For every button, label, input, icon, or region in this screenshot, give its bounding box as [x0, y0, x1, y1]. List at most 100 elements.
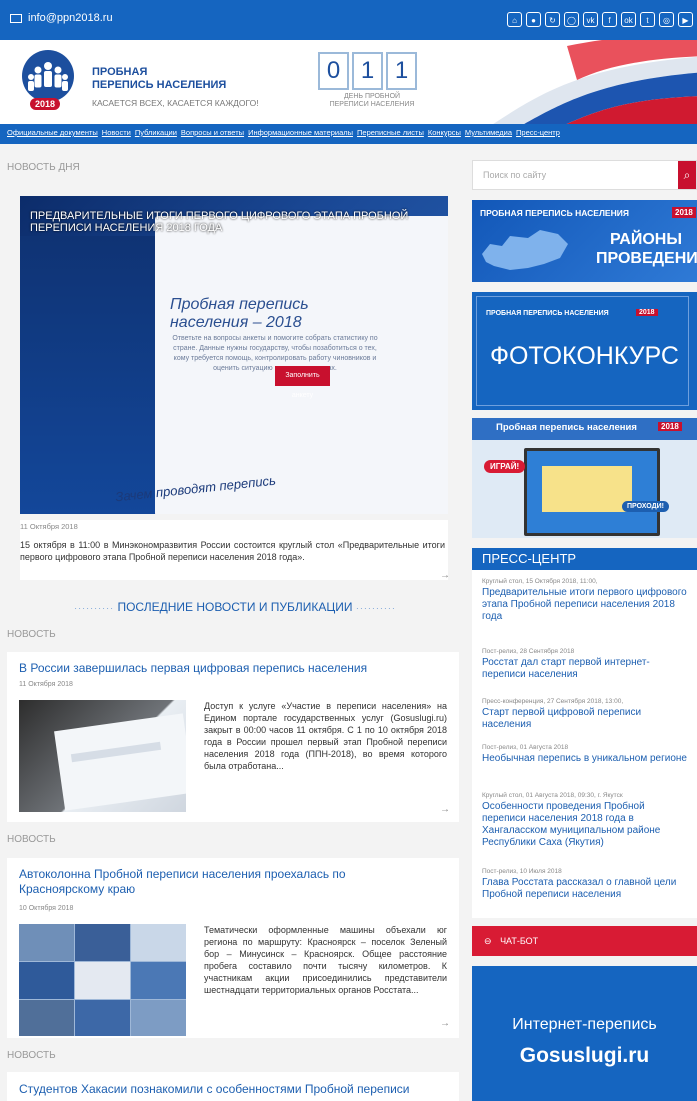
top-bar: info@ppn2018.ru ⌂ ● ↻ ◯ vk f ok t ◎ ▶	[0, 0, 697, 40]
hero-date: 11 Октября 2018	[20, 522, 78, 531]
email-link[interactable]: info@ppn2018.ru	[10, 12, 113, 24]
chat-icon[interactable]: ◯	[564, 12, 579, 27]
press-item[interactable]: Пост-релиз, 10 Июля 2018 Глава Росстата …	[482, 868, 687, 901]
regions-banner[interactable]: ПРОБНАЯ ПЕРЕПИСЬ НАСЕЛЕНИЯ 2018 РАЙОНЫ П…	[472, 200, 697, 282]
email-text: info@ppn2018.ru	[28, 12, 113, 24]
news-card[interactable]: В России завершилась первая цифровая пер…	[7, 652, 459, 822]
banner-top-text: Пробная перепись населения	[496, 422, 637, 433]
item-label: НОВОСТЬ	[7, 1050, 56, 1061]
logo-year-badge: 2018	[30, 98, 61, 110]
hero-slide-heading: Пробная перепись населения – 2018	[170, 296, 309, 331]
banner-top-text: ПРОБНАЯ ПЕРЕПИСЬ НАСЕЛЕНИЯ	[480, 208, 629, 218]
news-excerpt: Тематически оформленные машины объехали …	[204, 925, 447, 995]
item-label: НОВОСТЬ	[7, 834, 56, 845]
hero-text: 15 октября в 11:00 в Минэкономразвития Р…	[20, 540, 445, 562]
press-item[interactable]: Пост-релиз, 01 Августа 2018 Необычная пе…	[482, 744, 687, 765]
site-header: 2018 ПРОБНАЯ ПЕРЕПИСЬ НАСЕЛЕНИЯ КАСАЕТСЯ…	[0, 40, 697, 124]
search-input[interactable]: Поиск по сайту	[483, 170, 546, 180]
facebook-icon[interactable]: f	[602, 12, 617, 27]
hero-slide[interactable]: Пробная перепись населения – 2018 Ответь…	[20, 196, 448, 514]
news-title[interactable]: В России завершилась первая цифровая пер…	[19, 661, 449, 676]
press-title[interactable]: Старт первой цифровой переписи населения	[482, 707, 687, 731]
press-title[interactable]: Росстат дал старт первой интернет-перепи…	[482, 657, 687, 681]
news-card[interactable]: Студентов Хакасии познакомили с особенно…	[7, 1072, 459, 1101]
counter-digit: 0	[318, 52, 349, 90]
banner-year: 2018	[658, 422, 682, 431]
nav-item-forms[interactable]: Переписные листы	[357, 128, 424, 137]
press-title[interactable]: Предварительные итоги первого цифрового …	[482, 587, 687, 623]
nav-item-multimedia[interactable]: Мультимедиа	[465, 128, 512, 137]
logo-title-line1: ПРОБНАЯ	[92, 66, 148, 78]
gos-line2: Gosuslugi.ru	[519, 1044, 650, 1067]
nav-item-faq[interactable]: Вопросы и ответы	[181, 128, 244, 137]
search-icon[interactable]: ⌕	[678, 161, 696, 189]
play-label: ИГРАЙ!	[484, 460, 526, 473]
main-nav: Официальные документы Новости Публикации…	[0, 124, 697, 144]
nav-item-contests[interactable]: Конкурсы	[428, 128, 461, 137]
press-item[interactable]: Круглый стол, 15 Октября 2018, 11:00, Пр…	[482, 578, 687, 623]
banner-year: 2018	[672, 207, 696, 218]
press-meta: Круглый стол, 01 Августа 2018, 09:30, г.…	[482, 792, 623, 799]
news-excerpt: Доступ к услуге «Участие в переписи насе…	[204, 701, 447, 771]
logo-title-line2: ПЕРЕПИСЬ НАСЕЛЕНИЯ	[92, 79, 227, 91]
hero-title[interactable]: ПРЕДВАРИТЕЛЬНЫЕ ИТОГИ ПЕРВОГО ЦИФРОВОГО …	[30, 210, 430, 234]
instagram-icon[interactable]: ◎	[659, 12, 674, 27]
chat-bot-icon: ⊖	[484, 936, 492, 946]
item-label: НОВОСТЬ	[7, 629, 56, 640]
arrow-right-icon[interactable]: →	[440, 1018, 450, 1029]
nav-item-news[interactable]: Новости	[102, 128, 131, 137]
arrow-right-icon[interactable]: →	[440, 570, 450, 581]
twitter-icon[interactable]: t	[640, 12, 655, 27]
press-title[interactable]: Глава Росстата рассказал о главной цели …	[482, 877, 687, 901]
social-icons: ⌂ ● ↻ ◯ vk f ok t ◎ ▶	[507, 12, 693, 27]
arrow-right-icon[interactable]: →	[440, 804, 450, 815]
search-box[interactable]: Поиск по сайту ⌕	[472, 160, 697, 190]
nav-item-press[interactable]: Пресс-центр	[516, 128, 560, 137]
news-of-day-label: НОВОСТЬ ДНЯ	[7, 162, 80, 173]
press-item[interactable]: Круглый стол, 01 Августа 2018, 09:30, г.…	[482, 792, 687, 849]
game-banner[interactable]: Пробная перепись населения 2018 ИГРАЙ! П…	[472, 418, 697, 538]
flag-decoration	[493, 40, 697, 124]
press-meta: Пресс-конференция, 27 Сентября 2018, 13:…	[482, 698, 624, 705]
news-card[interactable]: Автоколонна Пробной переписи населения п…	[7, 858, 459, 1038]
press-heading: ПРЕСС-ЦЕНТР	[472, 548, 697, 570]
hero-slide-button: Заполнить анкету	[275, 366, 330, 399]
banner-main-text: ФОТОКОНКУРС	[489, 342, 679, 370]
news-title[interactable]: Студентов Хакасии познакомили с особенно…	[19, 1082, 459, 1097]
person-icon[interactable]: ●	[526, 12, 541, 27]
nav-item-materials[interactable]: Информационные материалы	[248, 128, 353, 137]
press-meta: Пост-релиз, 28 Сентября 2018	[482, 648, 575, 655]
gosuslugi-banner[interactable]: Интернет-перепись Gosuslugi.ru	[472, 966, 697, 1101]
odnoklassniki-icon[interactable]: ok	[621, 12, 636, 27]
home-icon[interactable]: ⌂	[507, 12, 522, 27]
press-title[interactable]: Особенности проведения Пробной переписи …	[482, 801, 687, 849]
chat-bot-button[interactable]: ⊖ ЧАТ-БОТ	[472, 926, 697, 956]
press-center: ПРЕСС-ЦЕНТР Круглый стол, 15 Октября 201…	[472, 548, 697, 918]
counter-digit: 1	[386, 52, 417, 90]
latest-heading: ·········· ПОСЛЕДНИЕ НОВОСТИ И ПУБЛИКАЦИ…	[74, 600, 396, 614]
nav-item-documents[interactable]: Официальные документы	[7, 128, 98, 137]
chat-bot-label: ЧАТ-БОТ	[500, 936, 539, 946]
news-date: 11 Октября 2018	[19, 681, 73, 688]
press-item[interactable]: Пресс-конференция, 27 Сентября 2018, 13:…	[482, 698, 687, 731]
russia-map-icon	[482, 230, 568, 270]
refresh-icon[interactable]: ↻	[545, 12, 560, 27]
youtube-icon[interactable]: ▶	[678, 12, 693, 27]
mail-icon	[10, 13, 22, 23]
news-image[interactable]	[19, 924, 186, 1036]
news-date: 10 Октября 2018	[19, 905, 74, 912]
photo-contest-banner[interactable]: ПРОБНАЯ ПЕРЕПИСЬ НАСЕЛЕНИЯ 2018 ФОТОКОНК…	[472, 292, 697, 410]
press-meta: Пост-релиз, 10 Июля 2018	[482, 868, 562, 875]
banner-top-text: ПРОБНАЯ ПЕРЕПИСЬ НАСЕЛЕНИЯ	[486, 310, 609, 317]
banner-year: 2018	[636, 309, 658, 316]
press-item[interactable]: Пост-релиз, 28 Сентября 2018 Росстат дал…	[482, 648, 687, 681]
nav-item-publications[interactable]: Публикации	[135, 128, 177, 137]
press-meta: Пост-релиз, 01 Августа 2018	[482, 744, 569, 751]
vk-icon[interactable]: vk	[583, 12, 598, 27]
press-title[interactable]: Необычная перепись в уникальном регионе	[482, 753, 687, 765]
press-meta: Круглый стол, 15 Октября 2018, 11:00,	[482, 578, 598, 585]
counter-digit: 1	[352, 52, 383, 90]
news-title[interactable]: Автоколонна Пробной переписи населения п…	[19, 867, 379, 897]
logo-icon[interactable]	[22, 50, 74, 102]
news-image[interactable]	[19, 700, 186, 812]
